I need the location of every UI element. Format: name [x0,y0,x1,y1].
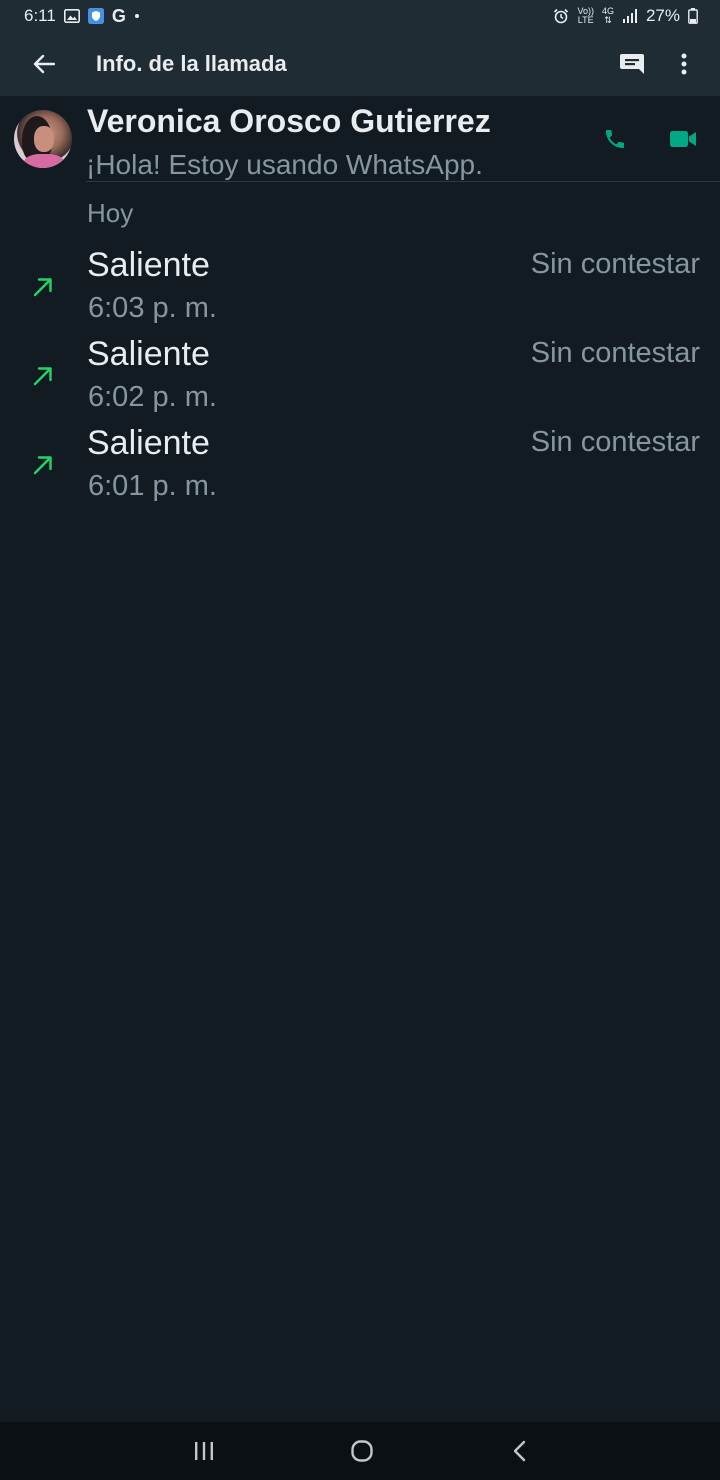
call-type: Saliente [87,424,210,462]
phone-icon [606,130,624,148]
more-vert-icon [681,53,687,75]
status-bar: 6:11 G Vo)) LTE 4G ⇅ 27% [0,0,720,32]
voice-call-button[interactable] [596,120,634,158]
call-type: Saliente [87,335,210,373]
outgoing-call-icon [33,367,52,386]
outgoing-call-icon [33,456,52,475]
call-row[interactable]: Saliente 6:01 p. m. Sin contestar [0,422,720,511]
page-title: Info. de la llamada [96,51,287,76]
divider [86,181,720,182]
contact-header[interactable]: Veronica Orosco Gutierrez ¡Hola! Estoy u… [0,96,720,182]
message-icon [620,54,644,74]
recents-icon [195,1442,213,1460]
back-icon [513,1440,526,1462]
call-time: 6:03 p. m. [88,292,217,324]
gallery-icon [63,9,80,23]
call-time: 6:02 p. m. [88,381,217,413]
home-button[interactable] [342,1434,382,1468]
call-row[interactable]: Saliente 6:03 p. m. Sin contestar [0,244,720,333]
more-options-button[interactable] [664,46,704,82]
contact-status: ¡Hola! Estoy usando WhatsApp. [86,149,483,180]
section-label-today: Hoy [87,198,134,228]
recents-button[interactable] [186,1436,222,1466]
video-call-button[interactable] [664,120,702,158]
4g-icon: 4G ⇅ [601,6,614,25]
back-button[interactable] [22,48,66,80]
volte-icon: Vo)) LTE [577,6,594,25]
status-time: 6:11 [24,6,56,25]
message-button[interactable] [612,46,652,82]
alarm-icon [553,8,569,24]
call-result: Sin contestar [530,248,700,280]
navigation-bar [0,1422,720,1480]
call-result: Sin contestar [530,426,700,458]
outgoing-call-icon [33,278,52,297]
signal-icon [622,9,638,23]
contact-name: Veronica Orosco Gutierrez [87,103,491,139]
dot-icon [134,13,140,19]
call-result: Sin contestar [530,337,700,369]
google-icon: G [111,5,126,26]
call-time: 6:01 p. m. [88,470,217,502]
shield-icon [87,8,104,24]
back-nav-button[interactable] [500,1434,538,1468]
avatar[interactable] [14,110,72,168]
video-icon [670,131,696,147]
battery-icon [688,8,698,24]
status-bar-right: Vo)) LTE 4G ⇅ 27% [553,6,698,26]
home-icon [351,1440,373,1462]
battery-percent: 27% [645,6,680,25]
status-bar-left: 6:11 G [24,6,140,27]
app-bar: Info. de la llamada [0,32,720,96]
call-row[interactable]: Saliente 6:02 p. m. Sin contestar [0,333,720,422]
back-arrow-icon [33,54,55,74]
call-type: Saliente [87,246,210,284]
